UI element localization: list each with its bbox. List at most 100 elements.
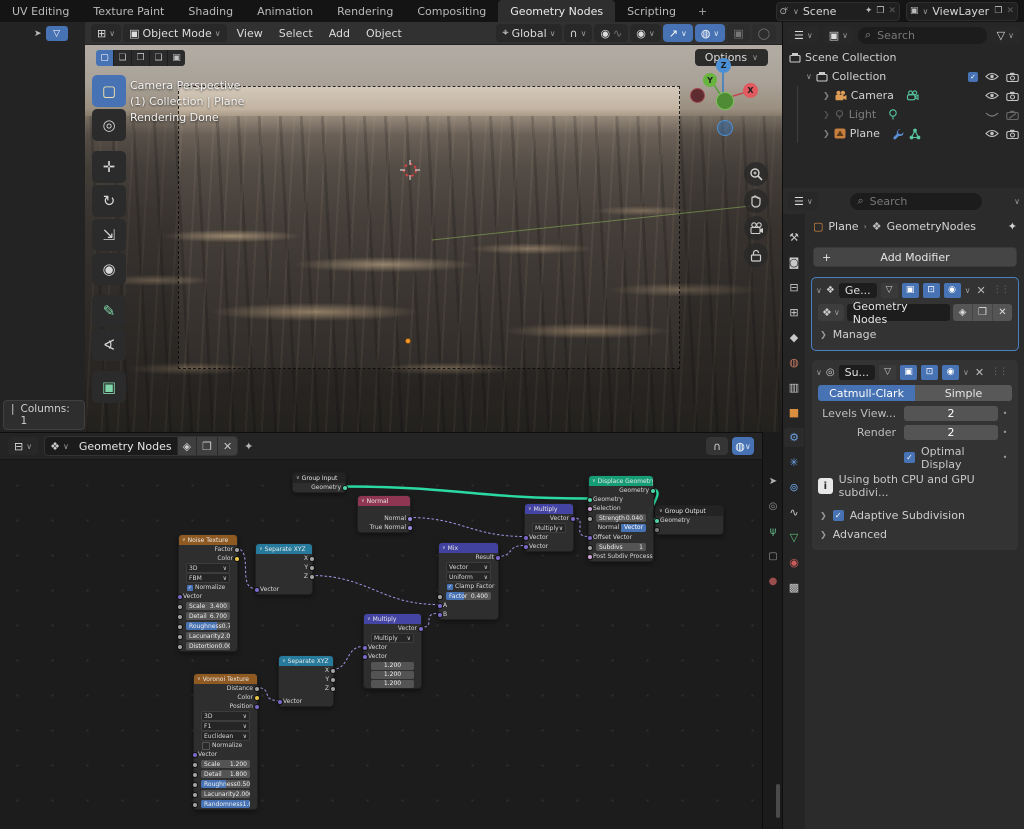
node-header[interactable]: ∨ Noise Texture — [179, 535, 237, 545]
socket-input[interactable] — [361, 654, 368, 660]
breadcrumb-data[interactable]: GeometryNodes — [887, 220, 976, 233]
node-row[interactable]: Result — [439, 553, 501, 562]
node-row[interactable]: ✓ Clamp Factor — [439, 582, 498, 591]
node-row[interactable]: 1.200 — [364, 661, 421, 670]
socket-input[interactable] — [436, 593, 443, 600]
modifier-panel-subdivision[interactable]: ∨ ◎ Su... ▽ ▣ ⊡ ◉ ∨ ✕ ⋮⋮ Catmull-Clark Si… — [811, 359, 1019, 551]
add-modifier-button[interactable]: + Add Modifier — [813, 247, 1017, 267]
scale-tool[interactable]: ⇲ — [92, 219, 126, 251]
node-row[interactable]: 1.200 — [364, 670, 421, 679]
mode-dropdown[interactable]: ▣ Object Mode ∨ — [123, 24, 227, 42]
viewport-canvas[interactable]: Camera Perspective (1) Collection | Plan… — [85, 44, 782, 432]
filter-toggle-button[interactable]: ▽ — [45, 26, 68, 41]
node-canvas[interactable]: ∨ Group Input Geometry ∨ Normal Normal True No… — [0, 433, 762, 829]
node-field-detail[interactable]: Detail 1.800 — [201, 770, 250, 778]
zoom-button[interactable] — [744, 162, 768, 186]
node-row[interactable]: Vector — [361, 652, 421, 661]
workspace-tab-scripting[interactable]: Scripting — [615, 0, 688, 22]
lock-view-button[interactable] — [744, 243, 768, 267]
on-cage-toggle[interactable]: ▽ — [880, 282, 898, 298]
node-field-lacunarity[interactable]: Lacunarity2.000 — [201, 790, 250, 798]
eye-closed-toggle[interactable] — [985, 110, 999, 119]
socket-input[interactable] — [361, 645, 368, 651]
unlink-button[interactable]: ✕ — [216, 437, 238, 455]
socket-output[interactable] — [406, 525, 413, 531]
socket-output[interactable] — [494, 555, 501, 561]
properties-tab-render[interactable]: ◙ — [784, 253, 804, 272]
properties-tab-output[interactable]: ⊟ — [784, 278, 804, 297]
workspace-tab-animation[interactable]: Animation — [245, 0, 325, 22]
node-row[interactable]: Subdivs 1 — [586, 542, 653, 552]
socket-input[interactable] — [586, 535, 593, 541]
node-enum-3d[interactable]: 3D ∨ — [186, 563, 230, 573]
socket-input[interactable] — [436, 612, 443, 618]
options-chevron[interactable]: ∨ — [1014, 197, 1020, 206]
drag-handle[interactable]: ⋮⋮ — [991, 367, 1008, 377]
node-header[interactable]: ∨ Separate XYZ — [279, 656, 333, 666]
copy-icon[interactable]: ❐ — [994, 6, 1002, 16]
node-row[interactable]: 1.200 — [364, 679, 421, 688]
node-row[interactable]: Scale 1.200 — [191, 759, 257, 769]
add-workspace-button[interactable]: + — [688, 0, 717, 22]
node-row[interactable]: Z — [279, 684, 336, 693]
sphere-tool[interactable]: ● — [769, 576, 778, 587]
node-row[interactable]: ✓Normalize — [194, 741, 257, 750]
advanced-section[interactable]: ❯ Advanced — [816, 525, 1014, 544]
new-copy-button[interactable]: ❐ — [196, 437, 217, 455]
collapse-icon[interactable]: ∨ — [367, 616, 371, 622]
node-row[interactable]: Color — [179, 554, 240, 563]
expand-icon[interactable]: ❯ — [823, 129, 830, 138]
modifier-name[interactable]: Ge... — [838, 282, 877, 298]
levels-render-field[interactable]: 2 — [904, 425, 998, 440]
select-mode-3[interactable]: ❑ — [150, 50, 168, 66]
socket-input[interactable] — [653, 527, 660, 533]
node-row[interactable]: True Normal — [358, 523, 413, 532]
menu-add[interactable]: Add — [321, 27, 358, 40]
editor-type-button[interactable]: ☰ ∨ — [788, 192, 819, 210]
delete-modifier-button[interactable]: ✕ — [975, 366, 984, 379]
node-row[interactable]: ✓Normalize — [179, 583, 237, 592]
editor-type-button[interactable]: ⊟ ∨ — [8, 437, 39, 455]
properties-tab-material[interactable]: ◉ — [784, 553, 804, 572]
node-row[interactable]: Geometry — [589, 486, 656, 495]
adaptive-checkbox[interactable]: ✓ — [832, 510, 844, 521]
select-mode-0[interactable]: ▢ — [96, 50, 114, 66]
search-input[interactable] — [867, 193, 976, 209]
socket-input[interactable] — [176, 643, 183, 650]
menu-select[interactable]: Select — [271, 27, 321, 40]
workspace-tab-rendering[interactable]: Rendering — [325, 0, 405, 22]
socket-input[interactable] — [176, 603, 183, 610]
node-noise-texture[interactable]: ∨ Noise Texture Factor Color 3D ∨ FBM ∨ ✓ Normali… — [176, 534, 240, 652]
node-group-input[interactable]: ∨ Group Input Geometry — [292, 472, 348, 493]
node-row[interactable]: Selection — [586, 504, 653, 513]
node-row[interactable]: FBM ∨ — [179, 573, 237, 583]
node-row[interactable]: Roughness0.500 — [191, 779, 257, 789]
socket-input[interactable] — [176, 623, 183, 630]
select-mode-2[interactable]: ❐ — [132, 50, 150, 66]
animate-dot[interactable]: • — [998, 409, 1012, 418]
menu-view[interactable]: View — [229, 27, 271, 40]
snap-dropdown[interactable]: ∩ ∨ — [563, 24, 593, 42]
delete-modifier-button[interactable]: ✕ — [976, 284, 985, 297]
node-row[interactable]: X — [256, 554, 315, 563]
node-field-roughness[interactable]: Roughness0.708 — [186, 622, 230, 630]
extras-dropdown[interactable]: ∨ — [965, 286, 971, 295]
node-row[interactable]: Distortion0.000 — [176, 641, 237, 651]
node-voronoi-texture[interactable]: ∨ Voronoi Texture Distance Color Position 3D ∨… — [191, 673, 260, 810]
socket-input[interactable] — [191, 771, 198, 778]
node-row[interactable]: 3D ∨ — [194, 711, 257, 721]
field-link[interactable] — [310, 575, 439, 605]
node-normal[interactable]: ∨ Normal Normal True Normal — [357, 495, 413, 533]
gizmo-minus-z-axis[interactable] — [717, 120, 733, 136]
workspace-tab-shading[interactable]: Shading — [176, 0, 245, 22]
editor-type-button[interactable]: ⊞ ∨ — [91, 24, 122, 42]
properties-tab-physics[interactable]: ⊚ — [784, 478, 804, 497]
workspace-tab-geometry-nodes[interactable]: Geometry Nodes — [498, 0, 616, 22]
node-header[interactable]: ∨ Group Input — [293, 473, 345, 483]
modifier-name[interactable]: Su... — [838, 364, 876, 380]
node-row[interactable]: Vector ∨ — [439, 562, 498, 572]
realtime-toggle[interactable]: ⊡ — [922, 282, 940, 298]
socket-output[interactable] — [308, 556, 315, 562]
camera-view-button[interactable] — [744, 216, 768, 240]
node-row[interactable]: Factor 0.400 — [436, 591, 498, 601]
